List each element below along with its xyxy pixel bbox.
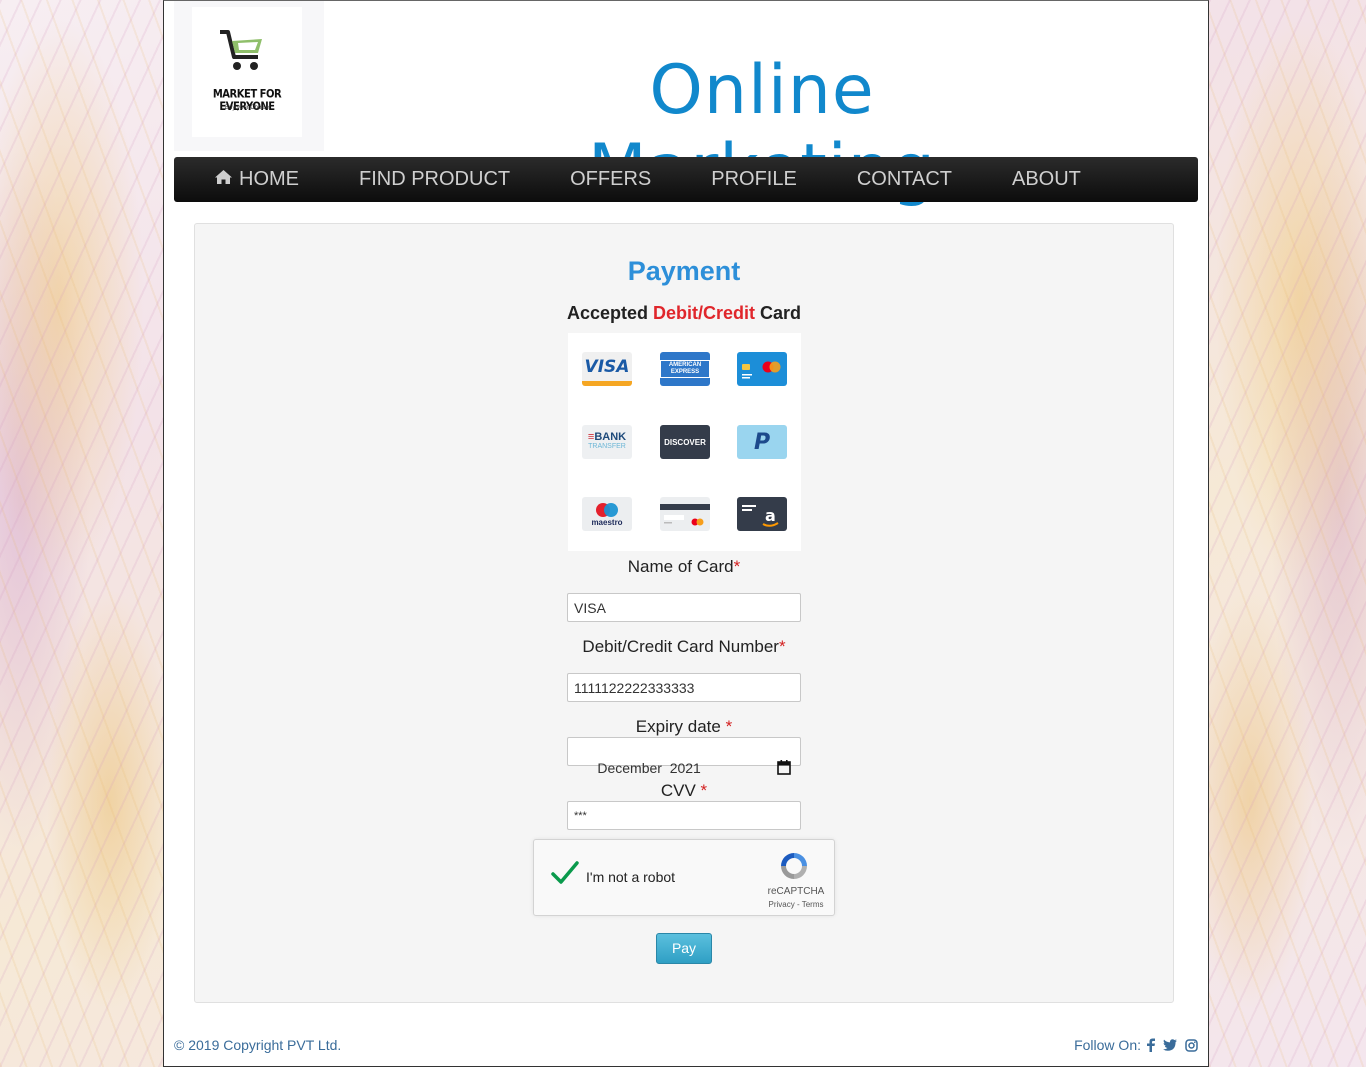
pay-button[interactable]: Pay xyxy=(656,933,712,964)
cvv-field[interactable]: *** xyxy=(567,801,801,830)
paypal-icon: P xyxy=(737,425,787,459)
main-nav: HOME FIND PRODUCT OFFERS PROFILE CONTACT… xyxy=(174,157,1198,202)
amazon-pay-icon: a xyxy=(737,497,787,531)
nav-home[interactable]: HOME xyxy=(214,168,299,191)
nav-home-label: HOME xyxy=(239,168,299,190)
nav-contact[interactable]: CONTACT xyxy=(857,168,952,191)
nav-offers[interactable]: OFFERS xyxy=(570,168,651,191)
nav-about[interactable]: ABOUT xyxy=(1012,168,1081,191)
page-container: MARKET FOR EVERYONE Buy your Choice Onli… xyxy=(163,0,1209,1067)
recaptcha-links[interactable]: Privacy - Terms xyxy=(756,900,836,909)
background-pattern-left xyxy=(0,0,163,1067)
mastercard-icon xyxy=(737,352,787,386)
accepted-cards-grid: VISA AMERICAN EXPRESS ≡BANK TRANSFER DIS… xyxy=(568,333,801,551)
instagram-icon[interactable] xyxy=(1185,1038,1198,1052)
recaptcha-widget: I'm not a robot reCAPTCHA Privacy - Term… xyxy=(533,839,835,916)
logo[interactable]: MARKET FOR EVERYONE Buy your Choice xyxy=(174,1,324,151)
follow-label: Follow On: xyxy=(1074,1037,1141,1053)
card-number-field[interactable]: 1111122222333333 xyxy=(567,673,801,702)
amex-card-icon: AMERICAN EXPRESS xyxy=(660,352,710,386)
payment-panel: Payment Accepted Debit/Credit Card VISA … xyxy=(194,223,1174,1003)
svg-text:a: a xyxy=(765,506,776,525)
twitter-icon[interactable] xyxy=(1163,1039,1177,1051)
header: MARKET FOR EVERYONE Buy your Choice Onli… xyxy=(164,1,1208,209)
card-number-label: Debit/Credit Card Number* xyxy=(582,637,786,656)
nav-profile[interactable]: PROFILE xyxy=(711,168,797,191)
copyright-text: © 2019 Copyright PVT Ltd. xyxy=(174,1037,342,1053)
captcha-label: I'm not a robot xyxy=(586,869,676,885)
recaptcha-logo-icon xyxy=(778,850,810,887)
visa-card-icon: VISA xyxy=(582,352,632,386)
card-name-field[interactable]: VISA xyxy=(567,593,801,622)
logo-subtitle: Buy your Choice xyxy=(224,105,270,111)
nav-find-product[interactable]: FIND PRODUCT xyxy=(359,168,510,191)
card-name-label: Name of Card* xyxy=(627,557,741,576)
bank-transfer-icon: ≡BANK TRANSFER xyxy=(582,425,632,459)
facebook-icon[interactable] xyxy=(1147,1038,1155,1052)
discover-card-icon: DISCOVER xyxy=(660,425,710,459)
payment-title: Payment xyxy=(627,256,741,286)
background-pattern-right xyxy=(1209,0,1366,1067)
cvv-label: CVV * xyxy=(660,781,708,800)
home-icon xyxy=(214,168,233,191)
cart-icon xyxy=(220,30,262,70)
checkmark-icon[interactable] xyxy=(550,860,580,891)
recaptcha-brand: reCAPTCHA xyxy=(767,886,825,897)
maestro-card-icon: maestro xyxy=(582,497,632,531)
generic-card-icon xyxy=(660,497,710,531)
expiry-label: Expiry date * xyxy=(635,717,733,736)
expiry-date-field[interactable]: December 2021 xyxy=(567,737,801,776)
accepted-cards-heading: Accepted Debit/Credit Card xyxy=(566,303,802,323)
follow-links: Follow On: xyxy=(1074,1037,1198,1053)
